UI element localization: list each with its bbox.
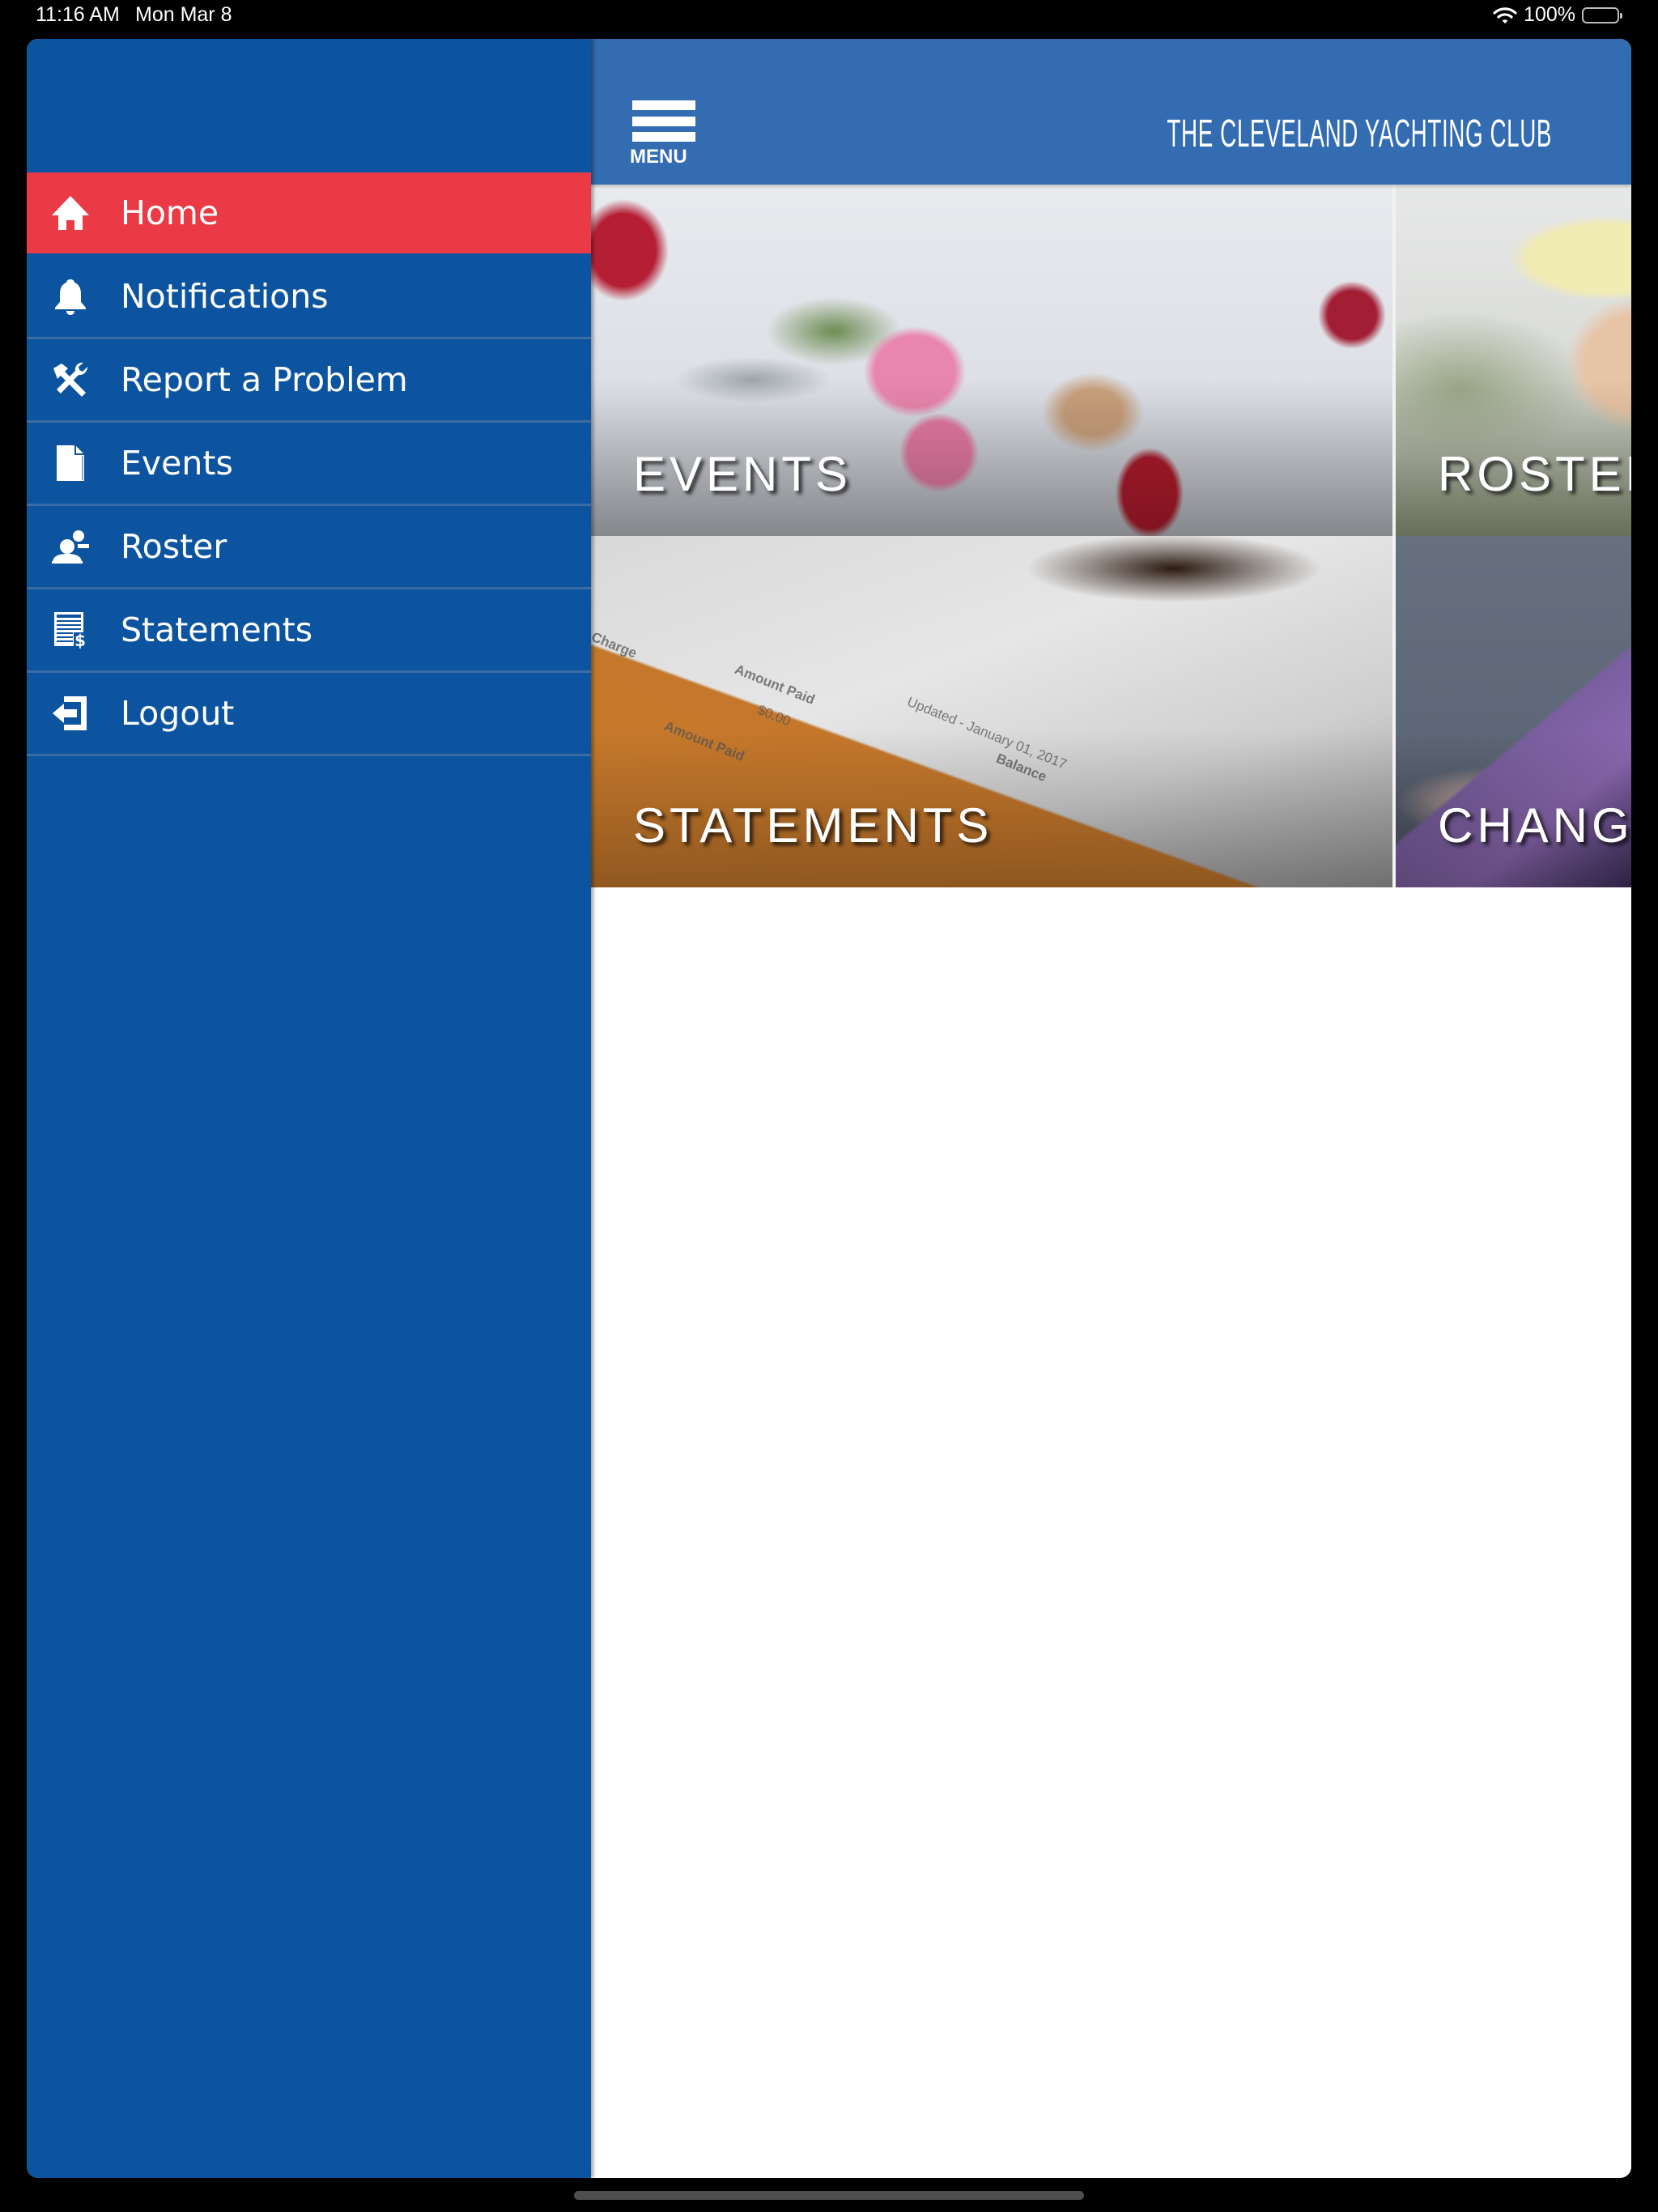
menu-label: MENU	[630, 146, 687, 168]
home-icon	[49, 191, 92, 235]
tile-events[interactable]: EVENTS	[591, 185, 1392, 536]
tools-icon	[49, 358, 92, 402]
club-title: THE CLEVELAND YACHTING CLUB	[1167, 113, 1552, 155]
battery-icon	[1582, 6, 1622, 23]
people-icon	[49, 525, 92, 568]
app-window: MENU THE CLEVELAND YACHTING CLUB EVENTS …	[27, 39, 1631, 2178]
tile-label: EVENTS	[633, 447, 852, 501]
svg-text:$: $	[74, 631, 86, 649]
status-indicators: 100%	[1493, 3, 1622, 27]
drawer-item-notifications[interactable]: Notifications	[27, 256, 591, 339]
drawer-item-report-a-problem[interactable]: Report a Problem	[27, 339, 591, 423]
drawer-item-label: Statements	[121, 610, 313, 649]
tile-label: STATEMENTS	[633, 798, 993, 853]
tile-label: CHANGE	[1438, 798, 1631, 853]
drawer-item-label: Logout	[121, 694, 235, 733]
drawer-item-label: Notifications	[121, 277, 329, 316]
tile-statements[interactable]: Charge Amount Paid $0.00 Amount Paid Upd…	[591, 536, 1392, 887]
image-text: Charge	[591, 629, 640, 661]
home-indicator[interactable]	[574, 2191, 1084, 2200]
status-date: Mon Mar 8	[135, 3, 232, 26]
image-text: Amount Paid	[732, 661, 818, 708]
tile-label: ROSTER	[1438, 447, 1631, 501]
drawer-item-home[interactable]: Home	[27, 172, 591, 256]
drawer-item-label: Report a Problem	[121, 360, 408, 399]
main-content: MENU THE CLEVELAND YACHTING CLUB EVENTS …	[591, 39, 1631, 2178]
bell-icon	[49, 274, 92, 318]
drawer-menu: Home Notifications Report a Problem Even…	[27, 172, 591, 756]
menu-button[interactable]: MENU	[630, 97, 696, 186]
side-drawer: Home Notifications Report a Problem Even…	[27, 39, 591, 2178]
tile-grid: EVENTS ROSTER Charge Amount Paid $0.00 A…	[591, 185, 1631, 887]
drawer-item-label: Home	[121, 194, 219, 232]
drawer-item-roster[interactable]: Roster	[27, 506, 591, 589]
drawer-item-label: Events	[121, 444, 233, 483]
logout-icon	[49, 691, 92, 735]
tile-roster[interactable]: ROSTER	[1396, 185, 1631, 536]
status-bar: 11:16 AM Mon Mar 8 100%	[0, 0, 1658, 36]
wifi-icon	[1493, 6, 1517, 24]
document-icon	[49, 441, 92, 485]
drawer-item-label: Roster	[121, 527, 227, 566]
statement-icon: $	[49, 608, 92, 652]
drawer-item-statements[interactable]: $ Statements	[27, 589, 591, 673]
drawer-item-logout[interactable]: Logout	[27, 673, 591, 756]
tile-change[interactable]: CHANGE	[1396, 536, 1631, 887]
battery-percent: 100%	[1524, 3, 1575, 26]
tile-divider	[1392, 185, 1396, 887]
app-header: MENU THE CLEVELAND YACHTING CLUB	[591, 39, 1631, 185]
drawer-item-events[interactable]: Events	[27, 423, 591, 506]
status-time: 11:16 AM	[36, 3, 120, 26]
image-text: $0.00	[755, 702, 793, 730]
